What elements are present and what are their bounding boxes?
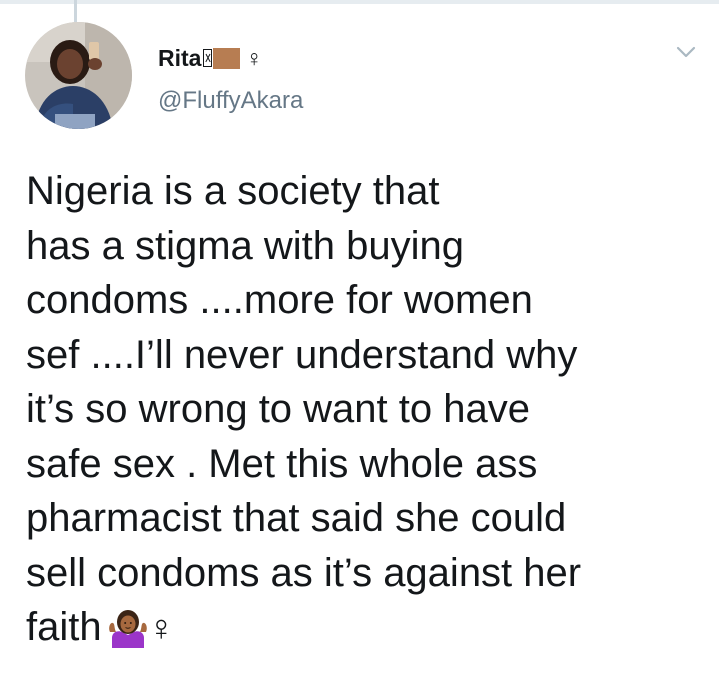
thread-connector-line [74, 0, 77, 22]
skin-tone-icon [213, 47, 241, 69]
display-name-text: Rita [158, 45, 202, 71]
top-divider [0, 0, 719, 4]
avatar[interactable] [25, 22, 132, 129]
author-display-name[interactable]: Rita ♀ [158, 44, 303, 72]
woman-shrugging-icon [108, 608, 148, 663]
chevron-down-icon[interactable] [674, 40, 698, 64]
female-sign-icon: ♀ [147, 607, 175, 648]
avatar-photo [25, 22, 132, 129]
author-handle[interactable]: @FluffyAkara [158, 87, 303, 115]
tweet-text: Nigeria is a society that has a stigma w… [26, 164, 706, 663]
tweet-body: Nigeria is a society that has a stigma w… [26, 169, 582, 649]
tweet-author[interactable]: Rita ♀ @FluffyAkara [158, 44, 303, 115]
missing-glyph-icon [203, 49, 213, 67]
female-sign-icon: ♀ [245, 45, 263, 71]
